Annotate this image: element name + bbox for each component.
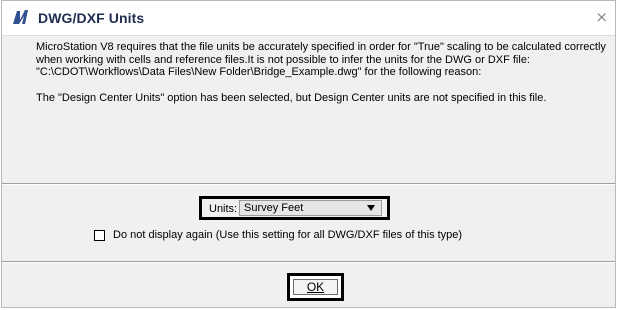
units-field-group: Units: Survey Feet — [199, 196, 390, 220]
message-paragraph-detail: The "Design Center Units" option has bee… — [36, 91, 547, 104]
close-icon[interactable]: × — [595, 10, 608, 25]
dialog-title: DWG/DXF Units — [38, 10, 145, 26]
ok-button[interactable]: OK — [287, 273, 344, 301]
units-label: Units: — [209, 203, 238, 215]
ok-button-face[interactable]: OK — [293, 279, 338, 295]
divider — [2, 183, 615, 185]
do-not-display-label[interactable]: Do not display again (Use this setting f… — [113, 229, 462, 241]
dwg-units-dialog: DWG/DXF Units × MicroStation V8 requires… — [1, 0, 616, 308]
microstation-icon — [13, 10, 28, 24]
message-paragraph-reason: MicroStation V8 requires that the file u… — [36, 41, 606, 79]
units-dropdown[interactable]: Survey Feet — [239, 200, 382, 216]
ok-button-label: OK — [306, 280, 325, 294]
divider — [2, 261, 615, 263]
title-bar[interactable]: DWG/DXF Units × — [2, 1, 615, 36]
message-text: MicroStation V8 requires that the file u… — [36, 41, 606, 104]
do-not-display-checkbox[interactable] — [94, 230, 105, 241]
units-selected-value: Survey Feet — [244, 202, 304, 214]
dropdown-arrow-icon[interactable] — [367, 205, 375, 211]
